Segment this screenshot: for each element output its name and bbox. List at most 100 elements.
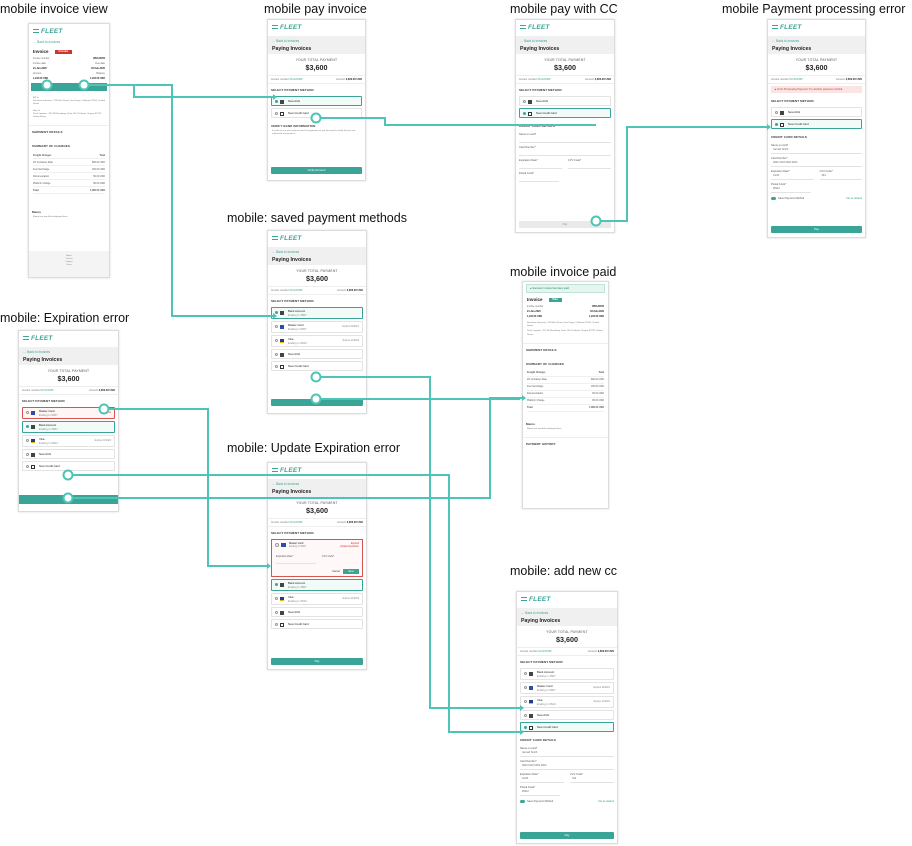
section-label: SELECT PAYMENT METHOD	[271, 88, 314, 92]
shipment-details-header[interactable]: SHIPMENT DETAILS	[523, 342, 608, 354]
back-link[interactable]: ← Back to invoices	[23, 350, 114, 354]
method-bank[interactable]: Bank Account Ending in 4567	[271, 579, 363, 591]
set-default-link[interactable]: Set as default	[846, 197, 862, 200]
invoice-link[interactable]: INV123456	[289, 289, 302, 292]
postal-field[interactable]	[519, 176, 559, 182]
method-new-ach[interactable]: New ACH	[271, 96, 362, 106]
method-visa[interactable]: Visa Ending in 6644 Expires 11/2024	[22, 435, 115, 447]
pay-button[interactable]: Pay	[520, 832, 614, 839]
method-new-ach[interactable]: New ACH	[22, 449, 115, 459]
invoice-link[interactable]: INV123456	[789, 78, 802, 81]
back-link[interactable]: ← Back to invoices	[272, 482, 362, 486]
method-new-cc[interactable]: New Credit Card	[271, 361, 363, 371]
name-field[interactable]: Jannah Smith	[771, 148, 862, 154]
method-new-ach[interactable]: New ACH	[271, 607, 363, 617]
cvv-field[interactable]: 344	[570, 777, 614, 783]
title-invoice-view: mobile invoice view	[0, 2, 108, 16]
back-link[interactable]: ← Back to invoices	[272, 250, 362, 254]
method-visa[interactable]: Visa Ending in 6644 Expires 11/2024	[271, 335, 363, 347]
total-amount: $3,600	[306, 506, 328, 515]
method-new-cc[interactable]: New Credit Card	[771, 119, 862, 129]
method-bank[interactable]: Bank Account Ending in 4567	[271, 307, 363, 319]
footer-link[interactable]: Terms	[29, 264, 109, 267]
invoice-link[interactable]: INV123456	[538, 650, 551, 653]
back-link[interactable]: ← Back to invoices	[29, 37, 109, 47]
footer: About Careers Support Terms	[29, 251, 109, 277]
exp-field[interactable]: 01/23	[520, 777, 564, 783]
back-link[interactable]: ← Back to invoices	[521, 611, 613, 615]
flow-line	[104, 408, 267, 567]
method-visa[interactable]: Visa Ending in 6644 Expires 11/2024	[520, 696, 614, 708]
label: Due date	[95, 62, 105, 65]
verify-account-button[interactable]: Verify Account	[271, 167, 362, 174]
back-link[interactable]: ← Back to invoices	[772, 39, 861, 43]
total-label: YOUR TOTAL PAYMENT	[296, 269, 338, 273]
method-new-ach[interactable]: New ACH	[771, 107, 862, 117]
invoice-link[interactable]: INV123456	[40, 389, 53, 392]
method-new-ach[interactable]: New ACH	[520, 710, 614, 720]
back-link[interactable]: ← Back to invoices	[272, 39, 361, 43]
postal-field[interactable]: 95112	[771, 187, 811, 193]
postal-field[interactable]: 95112	[520, 790, 560, 796]
card-icon	[780, 123, 784, 127]
method-master[interactable]: Master Card Ending in 6667 Expires 02/2021	[520, 682, 614, 694]
logo-icon	[520, 25, 526, 30]
update-expiration-link[interactable]: Update Expiration	[340, 545, 359, 548]
cell: Platform Charge	[527, 399, 545, 403]
set-default-link[interactable]: Set as default	[598, 800, 614, 803]
method-new-cc[interactable]: New Credit Card	[520, 722, 614, 732]
bank-icon	[31, 425, 35, 429]
method-new-cc[interactable]: New Credit Card	[271, 619, 363, 629]
invoice-amount-values: 1,234.56 USD 1,234.56 USD	[29, 76, 109, 81]
method-bank[interactable]: Bank Account Ending in 4567	[520, 668, 614, 680]
name-field[interactable]	[519, 137, 611, 143]
invoice-line: Invoice number INV123456 Amount 3,600.00 …	[268, 518, 366, 527]
method-new-ach[interactable]: New ACH	[271, 349, 363, 359]
save-toggle[interactable]: Save Payment Method	[520, 800, 553, 803]
payment-history-header[interactable]: PAYMENT HISTORY	[523, 437, 608, 448]
value: 3,600.00 USD	[346, 289, 363, 292]
radio-icon	[275, 112, 278, 115]
invoice-link[interactable]: INV123456	[537, 78, 550, 81]
pay-button[interactable]: Pay	[271, 399, 363, 406]
method-bank[interactable]: Bank Account Ending in 4567	[22, 421, 115, 433]
table-row: Documentation 50.00 USD	[527, 391, 604, 398]
method-master[interactable]: Master Card Ending in 6667 Expires 02/2021	[271, 321, 363, 333]
fleet-logo: FLEET	[520, 24, 614, 33]
cvv-field[interactable]: 344	[819, 174, 862, 180]
fleet-logo: FLEET	[23, 335, 118, 344]
exp-field[interactable]: 01/23	[771, 174, 814, 180]
pay-button[interactable]: Pay	[519, 221, 611, 228]
memo-text: Memo text would be displayed here	[527, 427, 562, 430]
expires-text: Expires 02/2021	[593, 687, 610, 689]
radio-icon	[523, 100, 526, 103]
method-master[interactable]: Master Card Ending in 6667 Expired	[22, 407, 115, 419]
pay-invoice-bar[interactable]	[31, 83, 107, 91]
method-label: New Credit Card	[788, 122, 809, 126]
name-field[interactable]: Jannah Smith	[520, 751, 614, 757]
shipment-details-label: SHIPMENT DETAILS	[526, 347, 557, 352]
exp-field[interactable]	[276, 559, 316, 564]
expires-text: Expires 11/2024	[94, 440, 111, 442]
pay-button[interactable]: Pay	[771, 226, 862, 233]
page-title: Paying Invoices	[772, 46, 812, 52]
cancel-button[interactable]: Cancel	[332, 570, 340, 573]
invoice-link[interactable]: INV123456	[289, 78, 302, 81]
method-new-ach[interactable]: New ACH	[519, 96, 611, 106]
value: 1,234.56 USD	[588, 315, 604, 318]
method-visa[interactable]: Visa Ending in 6644 Expires 11/2024	[271, 593, 363, 605]
title-saved-methods: mobile: saved payment methods	[227, 211, 407, 225]
invoice-link[interactable]: INV123456	[289, 521, 302, 524]
method-new-cc[interactable]: New Credit Card	[22, 461, 115, 471]
method-new-cc[interactable]: New Credit Card	[519, 108, 611, 118]
cell: Total	[598, 371, 604, 375]
cvv-field[interactable]	[568, 163, 611, 169]
save-button[interactable]: Save	[343, 569, 359, 574]
pay-button[interactable]: Pay	[271, 658, 363, 665]
method-new-cc[interactable]: New Credit Card	[271, 108, 362, 118]
pay-bar[interactable]	[19, 495, 118, 504]
back-link[interactable]: ← Back to invoices	[520, 39, 610, 43]
shipment-details-header[interactable]: SHIPMENT DETAILS	[29, 125, 109, 136]
exp-field[interactable]	[519, 163, 562, 169]
save-toggle[interactable]: Save Payment Method	[771, 197, 804, 200]
